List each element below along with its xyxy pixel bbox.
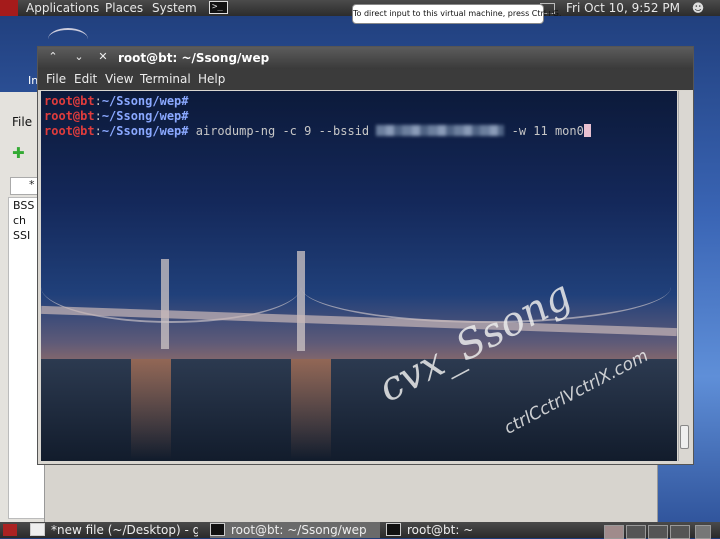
roll-up-icon[interactable]: ⌃ [46, 50, 60, 64]
backtrack-logo-icon[interactable] [0, 0, 18, 16]
terminal-titlebar[interactable]: ⌃ ⌄ ✕ root@bt: ~/Ssong/wep [38, 47, 693, 69]
workspace-1[interactable] [604, 525, 624, 539]
bottom-taskbar: *new file (~/Desktop) - gedit root@bt: ~… [0, 522, 720, 539]
show-desktop-icon[interactable] [3, 524, 17, 536]
gedit-app-icon [30, 523, 45, 536]
wallpaper-bridge-tower [297, 251, 305, 351]
terminal-line: root@bt:~/Ssong/wep# [44, 109, 189, 123]
terminal-menu-edit[interactable]: Edit [74, 69, 97, 90]
vm-input-tooltip: To direct input to this virtual machine,… [352, 4, 561, 24]
workspace-4[interactable] [670, 525, 690, 539]
task-gedit[interactable]: *new file (~/Desktop) - gedit [30, 522, 198, 538]
workspace-2[interactable] [626, 525, 646, 539]
terminal-app-icon [386, 523, 401, 536]
terminal-menubar: File Edit View Terminal Help [38, 69, 693, 90]
terminal-line: root@bt:~/Ssong/wep# airodump-ng -c 9 --… [44, 124, 591, 139]
gedit-menu-file[interactable]: File [12, 115, 32, 129]
trash-icon[interactable] [695, 525, 711, 539]
terminal-app-icon [210, 523, 225, 536]
terminal-menu-terminal[interactable]: Terminal [140, 69, 191, 90]
clock[interactable]: Fri Oct 10, 9:52 PM [566, 0, 680, 16]
close-icon[interactable]: ✕ [96, 50, 110, 64]
redacted-bssid [376, 125, 505, 136]
terminal-menu-view[interactable]: View [105, 69, 133, 90]
terminal-title: root@bt: ~/Ssong/wep [118, 51, 270, 65]
new-document-icon[interactable]: ✚ [12, 144, 34, 162]
terminal-launcher-icon[interactable]: >_ [209, 1, 228, 14]
task-terminal-home[interactable]: root@bt: ~ [386, 522, 566, 538]
terminal-menu-file[interactable]: File [46, 69, 66, 90]
workspace-3[interactable] [648, 525, 668, 539]
minimize-icon[interactable]: ⌄ [72, 50, 86, 64]
scrollbar-thumb[interactable] [680, 425, 689, 449]
menu-applications[interactable]: Applications [26, 0, 99, 16]
terminal-line: root@bt:~/Ssong/wep# [44, 94, 189, 108]
terminal-window[interactable]: ⌃ ⌄ ✕ root@bt: ~/Ssong/wep File Edit Vie… [37, 46, 694, 465]
terminal-screen[interactable]: root@bt:~/Ssong/wep# root@bt:~/Ssong/wep… [41, 91, 677, 461]
wallpaper-reflection [131, 359, 171, 459]
background-window-edge [44, 462, 658, 522]
user-icon[interactable]: ☻ [690, 0, 706, 16]
menu-places[interactable]: Places [105, 0, 143, 16]
task-terminal-wep[interactable]: root@bt: ~/Ssong/wep [210, 522, 380, 538]
wallpaper-bridge-tower [161, 259, 169, 349]
terminal-scrollbar[interactable] [678, 91, 691, 461]
wallpaper-reflection [291, 359, 331, 459]
terminal-menu-help[interactable]: Help [198, 69, 225, 90]
text-cursor [583, 124, 591, 137]
menu-system[interactable]: System [152, 0, 197, 16]
